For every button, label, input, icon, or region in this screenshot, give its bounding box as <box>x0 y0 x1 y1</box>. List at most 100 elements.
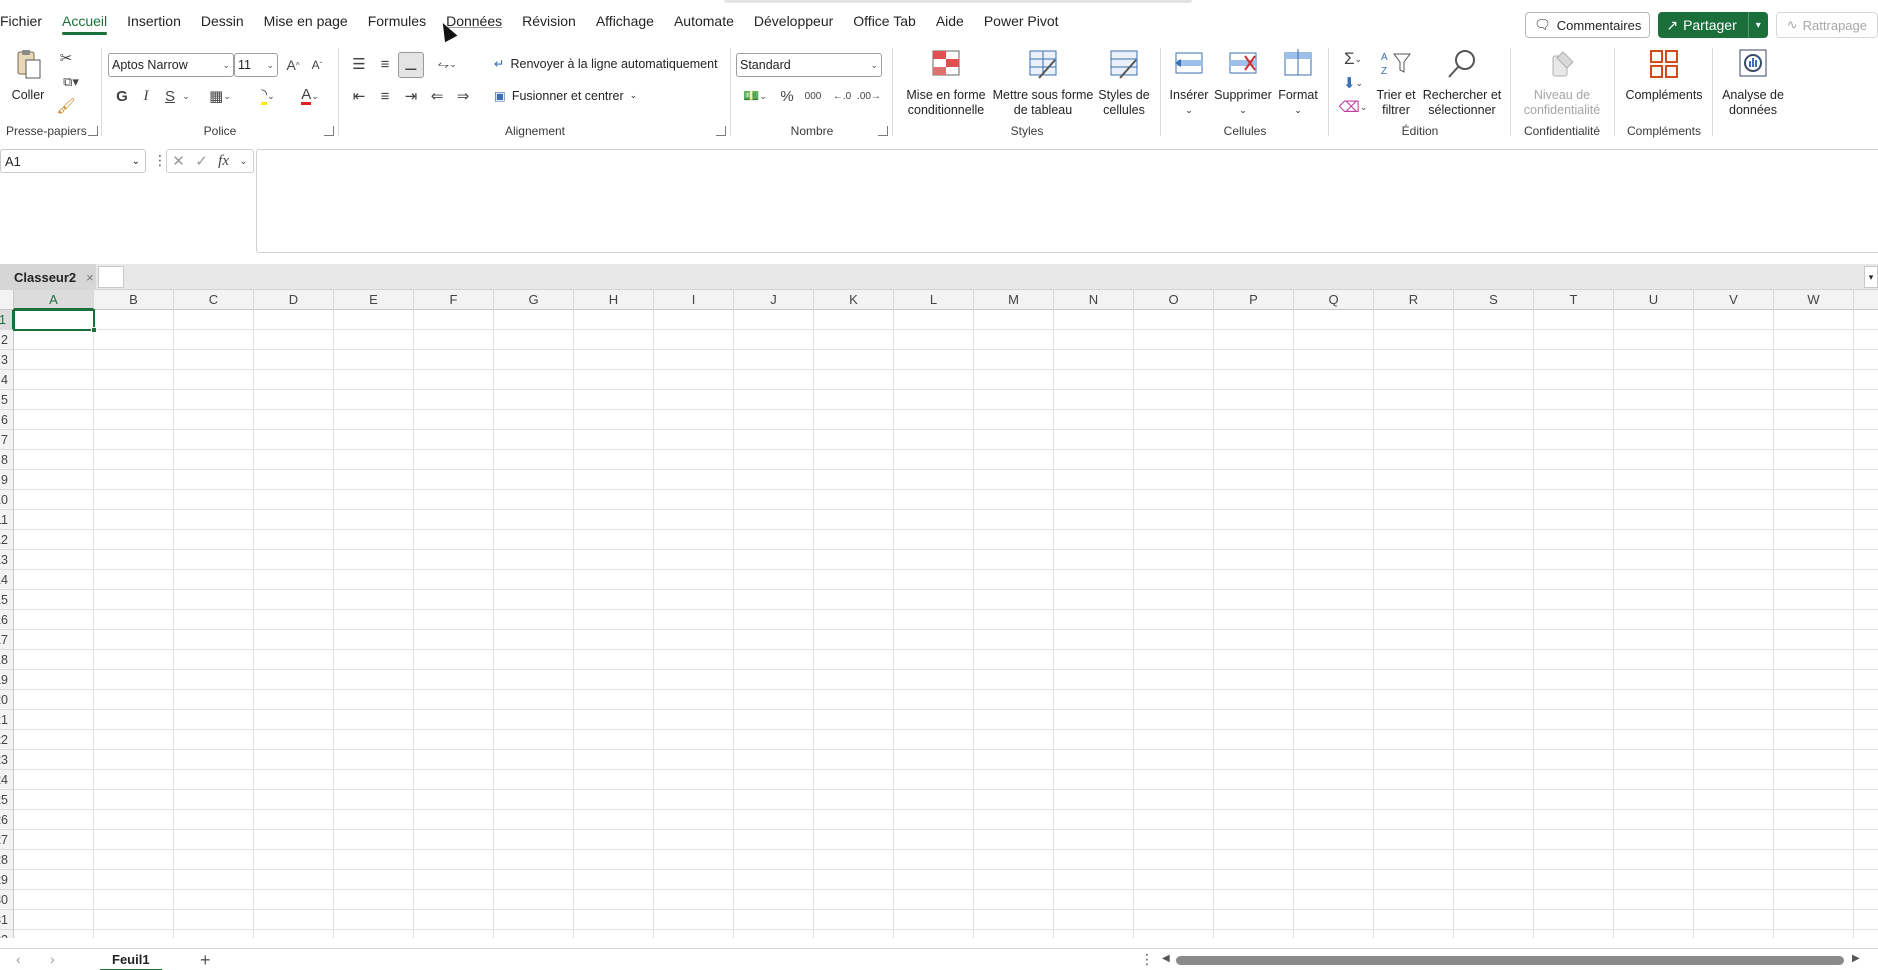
previous-sheet-icon[interactable]: ‹ <box>16 951 21 967</box>
font-launcher-icon[interactable] <box>324 126 334 136</box>
tab-office-tab[interactable]: Office Tab <box>843 0 926 42</box>
scroll-left-icon[interactable]: ◀ <box>1162 953 1170 964</box>
row-header-14[interactable]: 14 <box>0 570 13 590</box>
thousands-button[interactable]: 000 <box>800 84 826 108</box>
insert-function-button[interactable]: fx <box>218 153 229 170</box>
tab-affichage[interactable]: Affichage <box>586 0 664 42</box>
row-header-28[interactable]: 28 <box>0 850 13 870</box>
tab-automate[interactable]: Automate <box>664 0 744 42</box>
column-header-m[interactable]: M <box>974 290 1054 310</box>
row-header-13[interactable]: 13 <box>0 550 13 570</box>
underline-button[interactable]: S <box>160 84 180 108</box>
percent-button[interactable]: % <box>776 84 798 108</box>
align-middle-icon[interactable]: ≡ <box>374 52 396 76</box>
cell-styles-button[interactable]: Styles de cellules <box>1094 48 1154 118</box>
row-header-15[interactable]: 15 <box>0 590 13 610</box>
row-header-21[interactable]: 21 <box>0 710 13 730</box>
tab-accueil[interactable]: Accueil <box>52 0 117 42</box>
select-all-corner[interactable] <box>0 290 14 310</box>
column-header-c[interactable]: C <box>174 290 254 310</box>
row-header-16[interactable]: 16 <box>0 610 13 630</box>
column-header-f[interactable]: F <box>414 290 494 310</box>
comments-button[interactable]: 🗨 Commentaires <box>1525 12 1651 38</box>
column-header-t[interactable]: T <box>1534 290 1614 310</box>
align-right-icon[interactable]: ⇥ <box>400 84 422 108</box>
row-header-19[interactable]: 19 <box>0 670 13 690</box>
fill-handle[interactable] <box>91 327 97 333</box>
next-sheet-icon[interactable]: › <box>50 951 55 967</box>
currency-icon[interactable]: 💵 ⌄ <box>738 84 772 108</box>
more-options-icon[interactable]: ⋮ <box>153 152 167 169</box>
number-format-select[interactable]: Standard ⌄ <box>736 53 882 77</box>
wrap-text-button[interactable]: ↵ Renvoyer à la ligne automatiquement <box>494 56 718 72</box>
row-header-10[interactable]: 10 <box>0 490 13 510</box>
column-header-b[interactable]: B <box>94 290 174 310</box>
font-name-select[interactable]: Aptos Narrow ⌄ <box>108 53 234 77</box>
tab-aide[interactable]: Aide <box>926 0 974 42</box>
chevron-down-icon[interactable]: ⌄ <box>239 156 247 167</box>
font-color-icon[interactable]: A ⌄ <box>292 84 328 108</box>
delete-cells-button[interactable]: Supprimer ⌄ <box>1212 48 1274 118</box>
more-options-icon[interactable]: ⋮ <box>1140 951 1154 968</box>
align-top-icon[interactable]: ☰ <box>348 52 370 76</box>
increase-decimal-icon[interactable]: ←.0 <box>830 84 854 108</box>
scroll-right-icon[interactable]: ▶ <box>1852 953 1860 964</box>
share-button[interactable]: ↗ Partager ▾ <box>1658 12 1768 38</box>
sheet-tab-feuil1[interactable]: Feuil1 <box>100 949 162 970</box>
format-painter-icon[interactable]: 🖌 <box>56 96 76 116</box>
paste-button[interactable]: Coller <box>8 48 48 103</box>
increase-indent-icon[interactable]: ⇒ <box>452 84 474 108</box>
row-header-4[interactable]: 4 <box>0 370 13 390</box>
tab-developpeur[interactable]: Développeur <box>744 0 843 42</box>
merge-center-button[interactable]: ▣ Fusionner et centrer ⌄ <box>494 88 637 104</box>
tab-fichier[interactable]: Fichier <box>0 0 52 42</box>
row-header-2[interactable]: 2 <box>0 330 13 350</box>
row-header-32[interactable]: 32 <box>0 930 13 938</box>
copy-icon[interactable]: ⧉▾ <box>56 72 86 92</box>
row-header-9[interactable]: 9 <box>0 470 13 490</box>
column-header-g[interactable]: G <box>494 290 574 310</box>
conditional-formatting-button[interactable]: Mise en forme conditionnelle <box>898 48 994 118</box>
name-box[interactable]: A1 ⌄ <box>0 149 146 173</box>
column-header-v[interactable]: V <box>1694 290 1774 310</box>
row-header-12[interactable]: 12 <box>0 530 13 550</box>
sensitivity-button[interactable]: Niveau de confidentialité <box>1516 48 1608 118</box>
row-header-7[interactable]: 7 <box>0 430 13 450</box>
tab-revision[interactable]: Révision <box>512 0 586 42</box>
decrease-font-icon[interactable]: Aˇ <box>306 53 328 77</box>
alignment-launcher-icon[interactable] <box>716 126 726 136</box>
catchup-button[interactable]: ∿ Rattrapage <box>1775 12 1878 38</box>
column-header-i[interactable]: I <box>654 290 734 310</box>
workbook-tab[interactable]: Classeur2 × <box>0 264 96 290</box>
fill-color-icon[interactable]: ◝ ⌄ <box>250 84 286 108</box>
tab-insertion[interactable]: Insertion <box>117 0 191 42</box>
row-header-8[interactable]: 8 <box>0 450 13 470</box>
horizontal-scrollbar[interactable] <box>1176 956 1844 965</box>
decrease-indent-icon[interactable]: ⇐ <box>426 84 448 108</box>
autosum-icon[interactable]: Σ ⌄ <box>1336 48 1370 70</box>
row-header-11[interactable]: 11 <box>0 510 13 530</box>
orientation-icon[interactable]: ⥊ ⌄ <box>430 52 464 76</box>
column-header-n[interactable]: N <box>1054 290 1134 310</box>
cut-icon[interactable]: ✂ <box>56 48 76 68</box>
column-header-o[interactable]: O <box>1134 290 1214 310</box>
close-icon[interactable]: × <box>86 270 94 285</box>
tab-formules[interactable]: Formules <box>358 0 436 42</box>
tab-mise-en-page[interactable]: Mise en page <box>254 0 358 42</box>
font-size-select[interactable]: 11 ⌄ <box>234 53 278 77</box>
active-cell[interactable] <box>13 309 97 333</box>
cell-grid[interactable] <box>14 310 1878 938</box>
add-sheet-button[interactable]: + <box>200 949 211 970</box>
row-header-29[interactable]: 29 <box>0 870 13 890</box>
row-header-31[interactable]: 31 <box>0 910 13 930</box>
row-header-22[interactable]: 22 <box>0 730 13 750</box>
formula-input[interactable] <box>256 149 1878 253</box>
fill-icon[interactable]: ⬇ ⌄ <box>1336 72 1370 94</box>
number-launcher-icon[interactable] <box>878 126 888 136</box>
insert-cells-button[interactable]: Insérer ⌄ <box>1166 48 1212 118</box>
share-dropdown-icon[interactable]: ▾ <box>1747 12 1768 38</box>
enter-icon[interactable]: ✓ <box>195 152 208 170</box>
column-header-w[interactable]: W <box>1774 290 1854 310</box>
column-header-k[interactable]: K <box>814 290 894 310</box>
column-header-d[interactable]: D <box>254 290 334 310</box>
